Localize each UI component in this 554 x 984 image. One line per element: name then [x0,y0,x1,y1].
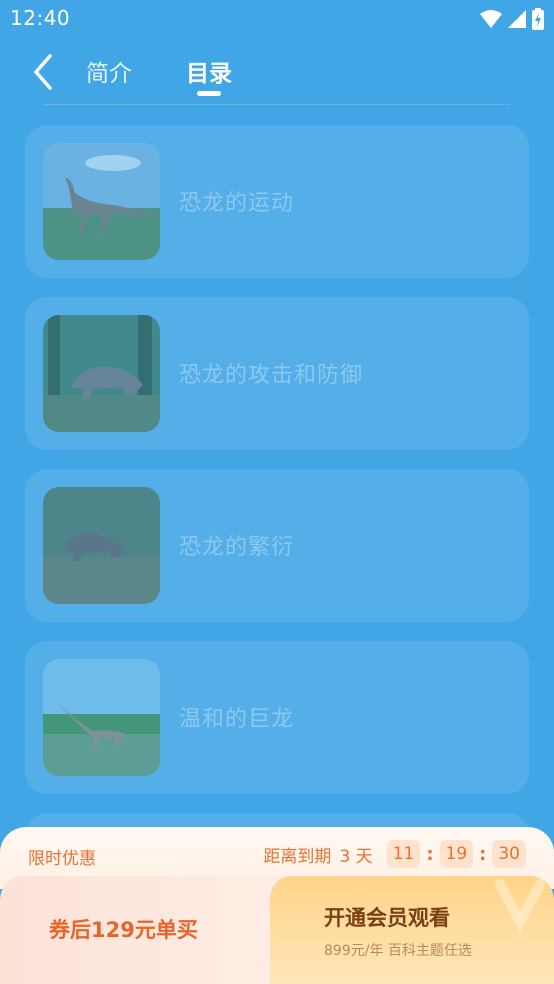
colon-separator: : [479,843,487,865]
header-divider [44,104,510,105]
back-button[interactable] [28,50,68,94]
header: 简介 目录 [0,40,554,106]
days-remaining: 3 天 [339,846,373,867]
status-bar: 12:40 [0,0,554,40]
status-icons [480,8,544,30]
countdown: 距离到期 3 天 11 : 19 : 30 [263,840,526,868]
thumbnail-image [43,659,160,776]
vip-subscribe-button[interactable]: 开通会员观看 899元/年 百科主题任选 [270,876,554,984]
catalog-item-title: 恐龙的运动 [179,191,295,216]
status-time: 12:40 [10,6,71,30]
vip-subtitle: 899元/年 百科主题任选 [324,943,472,959]
thumbnail-image [43,315,160,432]
catalog-item[interactable]: 温和的巨龙 [25,641,529,794]
catalog-item-title: 恐龙的攻击和防御 [179,363,364,388]
tab-indicator [197,91,221,96]
tab-intro[interactable]: 简介 [86,54,132,88]
expire-label: 距离到期 [263,846,332,867]
countdown-minutes: 19 [439,840,474,868]
thumbnail-image [43,487,160,604]
catalog-item[interactable]: 恐龙的运动 [25,125,529,278]
single-buy-button[interactable]: 券后129元单买 [0,876,300,984]
action-row: 券后129元单买 开通会员观看 899元/年 百科主题任选 [0,876,554,984]
chevron-left-icon [34,54,52,90]
catalog-item[interactable]: 恐龙的繁衍 [25,469,529,622]
colon-separator: : [426,843,434,865]
countdown-seconds: 30 [492,840,526,868]
wifi-icon [480,10,502,28]
vip-logo-icon [495,879,545,933]
promo-label: 限时优惠 [28,849,96,869]
signal-icon [508,10,526,28]
catalog-item-title: 恐龙的繁衍 [179,535,295,560]
battery-icon [532,8,544,30]
tab-catalog[interactable]: 目录 [186,54,232,88]
catalog-item-title: 温和的巨龙 [179,707,295,732]
single-buy-label: 券后129元单买 [49,918,198,942]
catalog-item[interactable]: 恐龙的攻击和防御 [25,297,529,450]
vip-title: 开通会员观看 [324,906,450,930]
purchase-bar: 限时优惠 距离到期 3 天 11 : 19 : 30 券后129元单买 开通会员… [0,827,554,984]
countdown-hours: 11 [386,840,421,868]
thumbnail-image [43,143,160,260]
